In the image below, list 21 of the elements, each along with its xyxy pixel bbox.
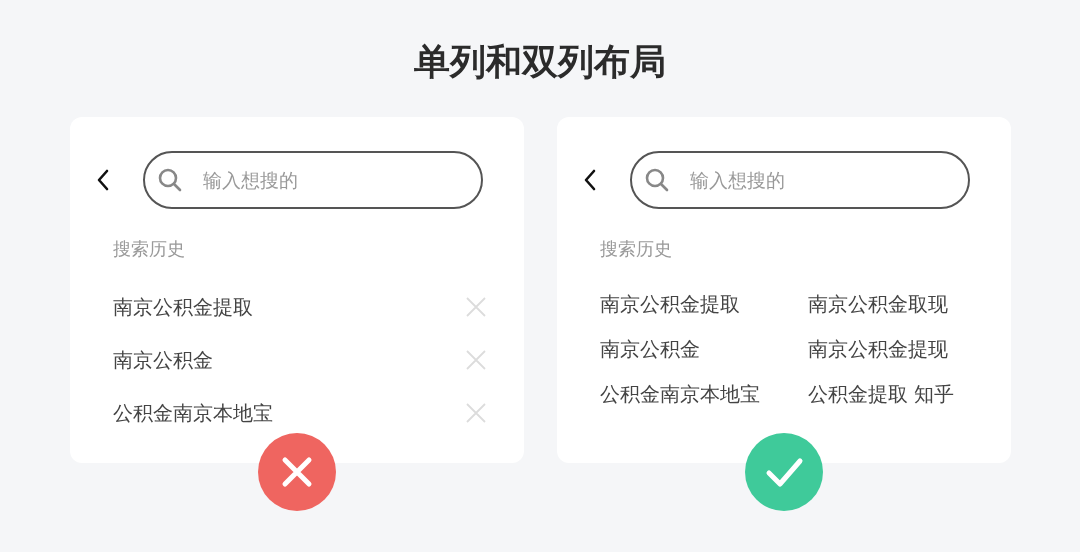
search-icon <box>644 168 669 192</box>
search-field[interactable]: 输入想搜的 <box>629 151 970 209</box>
search-field[interactable]: 输入想搜的 <box>142 151 483 209</box>
history-label: 搜索历史 <box>599 237 673 261</box>
history-item[interactable]: 南京公积金提取 <box>112 293 253 320</box>
history-item[interactable]: 公积金南京本地宝 <box>112 399 273 426</box>
back-icon[interactable] <box>95 169 110 191</box>
search-icon <box>157 168 182 192</box>
history-item[interactable]: 南京公积金提取 <box>599 291 808 317</box>
history-item[interactable]: 公积金南京本地宝 <box>599 381 808 407</box>
page-title: 单列和双列布局 <box>413 40 667 84</box>
history-item[interactable]: 南京公积金取现 <box>807 291 998 317</box>
history-item[interactable]: 公积金提取 知乎 <box>807 381 998 407</box>
history-label: 搜索历史 <box>112 237 186 261</box>
history-item[interactable]: 南京公积金提现 <box>807 336 998 362</box>
back-icon[interactable] <box>582 169 597 191</box>
close-icon[interactable] <box>465 402 486 423</box>
close-icon[interactable] <box>465 349 486 370</box>
history-item[interactable]: 南京公积金 <box>112 346 213 373</box>
history-item[interactable]: 南京公积金 <box>599 336 808 362</box>
close-icon[interactable] <box>465 296 486 317</box>
